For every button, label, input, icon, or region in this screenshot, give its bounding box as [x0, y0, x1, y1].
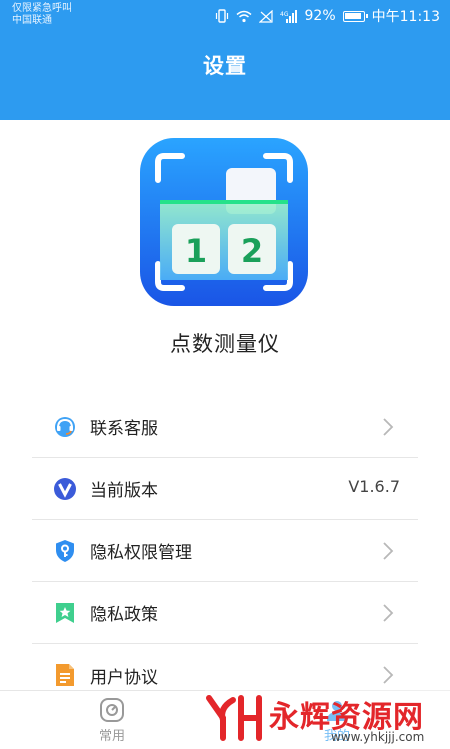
chevron-right-icon	[383, 666, 394, 684]
battery-icon	[342, 10, 368, 22]
chevron-right-icon	[383, 418, 394, 436]
headset-icon	[52, 414, 78, 440]
app-name: 点数测量仪	[170, 332, 280, 356]
menu-item-privacy-policy[interactable]: 隐私政策	[32, 582, 418, 644]
menu-item-contact-support[interactable]: 联系客服	[32, 396, 418, 458]
chevron-right-icon	[383, 604, 394, 622]
signal-icon: 4G	[280, 9, 298, 23]
logo-digit-2: 2	[241, 232, 263, 270]
shield-key-icon	[52, 538, 78, 564]
tab-label: 常用	[98, 729, 125, 744]
tab-common[interactable]: 常用	[80, 691, 144, 749]
bookmark-star-icon	[52, 600, 78, 626]
menu-item-label: 当前版本	[90, 481, 158, 501]
wifi-icon	[236, 10, 252, 23]
battery-percent: 92%	[304, 8, 336, 24]
watermark-logo	[206, 695, 262, 741]
menu-item-label: 隐私权限管理	[90, 543, 192, 563]
status-bar: 仅限紧急呼叫 中国联通 4G 92% 中午11:13	[0, 0, 450, 32]
menu-item-label: 用户协议	[90, 667, 158, 688]
header-bar: 仅限紧急呼叫 中国联通 4G 92% 中午11:13 设置	[0, 0, 450, 120]
version-number: V1.6.7	[348, 477, 400, 496]
page-title: 设置	[203, 54, 247, 78]
site-watermark: 永辉资源网 www.yhkjjj.com	[205, 688, 450, 749]
menu-item-privacy-permissions[interactable]: 隐私权限管理	[32, 520, 418, 582]
emergency-call-text: 仅限紧急呼叫	[12, 3, 72, 14]
app-logo: 1 2	[140, 138, 308, 306]
carrier-name: 中国联通	[12, 15, 52, 26]
document-icon	[52, 662, 78, 688]
menu-item-label: 联系客服	[90, 419, 158, 439]
watermark-url: www.yhkjjj.com	[331, 730, 425, 744]
chevron-right-icon	[383, 542, 394, 560]
settings-menu: 联系客服 当前版本 V1.6.7 隐私权限管理 隐私政策 用户协议	[32, 396, 418, 706]
carrier-info: 仅限紧急呼叫 中国联通	[12, 3, 72, 27]
no-signal-icon	[258, 9, 273, 23]
status-icons: 4G 92% 中午11:13	[215, 6, 440, 26]
svg-text:4G: 4G	[280, 11, 289, 18]
common-icon	[100, 698, 124, 722]
logo-digit-1: 1	[185, 232, 207, 270]
vibrate-icon	[215, 9, 229, 23]
menu-item-label: 隐私政策	[90, 605, 158, 625]
clock: 中午11:13	[371, 9, 440, 25]
version-v-icon	[52, 476, 78, 502]
menu-item-current-version[interactable]: 当前版本 V1.6.7	[32, 458, 418, 520]
